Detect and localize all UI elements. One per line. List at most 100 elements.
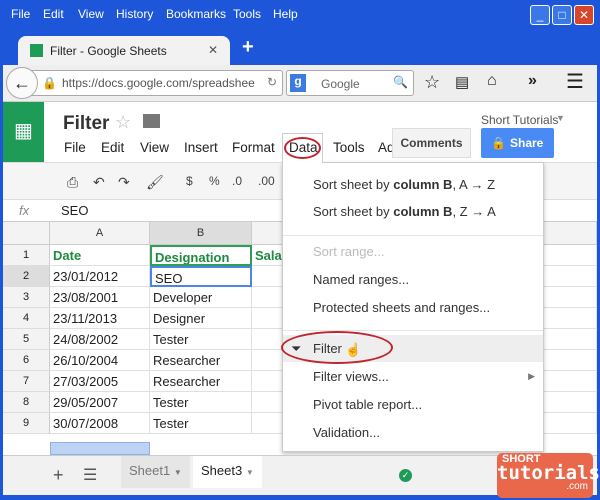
overflow-icon[interactable]: » xyxy=(528,72,537,90)
date-cell[interactable]: 30/07/2008 xyxy=(50,413,150,434)
column-header-a[interactable]: A xyxy=(50,222,150,245)
menu-file[interactable]: File xyxy=(11,7,30,21)
menu-tools[interactable]: Tools xyxy=(233,7,261,21)
date-cell[interactable]: 29/05/2007 xyxy=(50,392,150,413)
sheet-tab-sheet1[interactable]: Sheet1 ▼ xyxy=(121,456,190,488)
column-header-b[interactable]: B xyxy=(150,222,252,245)
sort-range-item: Sort range... xyxy=(313,244,385,259)
protected-sheets-item[interactable]: Protected sheets and ranges... xyxy=(283,294,543,321)
browser-tab[interactable]: Filter - Google Sheets ✕ xyxy=(18,36,230,66)
row-header[interactable]: 9 xyxy=(3,413,50,434)
row-header[interactable]: 5 xyxy=(3,329,50,350)
filter-item[interactable]: ⏷ Filter ☝ xyxy=(281,331,543,364)
date-cell[interactable]: 23/11/2013 xyxy=(50,308,150,329)
user-dropdown-icon[interactable]: ▼ xyxy=(556,113,565,123)
dropdown-icon: ▼ xyxy=(173,468,182,477)
comments-button[interactable]: Comments xyxy=(392,128,471,158)
doc-menu-file[interactable]: File xyxy=(64,140,86,155)
row-header[interactable]: 1 xyxy=(3,245,50,266)
formula-input[interactable]: SEO xyxy=(61,203,88,218)
minimize-button[interactable]: _ xyxy=(530,5,550,25)
menu-help[interactable]: Help xyxy=(273,7,298,21)
doc-menu-view[interactable]: View xyxy=(140,140,169,155)
back-button[interactable]: ← xyxy=(6,67,38,99)
sheets-logo-icon[interactable]: ▦ xyxy=(3,102,44,162)
increase-decimal-button[interactable]: .00 xyxy=(258,174,275,188)
date-cell[interactable]: 24/08/2002 xyxy=(50,329,150,350)
add-sheet-button[interactable]: + xyxy=(53,465,64,486)
tab-title: Filter - Google Sheets xyxy=(50,44,167,58)
hamburger-menu-icon[interactable]: ☰ xyxy=(566,69,584,94)
label: Sort sheet by xyxy=(313,204,394,219)
header-cell[interactable]: Designation xyxy=(150,245,252,266)
folder-icon[interactable] xyxy=(143,114,160,128)
reading-list-icon[interactable]: ▤ xyxy=(455,73,469,91)
reload-icon[interactable]: ↻ xyxy=(267,75,277,89)
doc-menu-data[interactable]: Data xyxy=(282,133,323,163)
designation-cell[interactable]: Developer xyxy=(150,287,252,308)
all-sheets-button[interactable]: ☰ xyxy=(83,465,97,485)
row-header[interactable]: 6 xyxy=(3,350,50,371)
menu-edit[interactable]: Edit xyxy=(43,7,64,21)
date-cell[interactable]: 26/10/2004 xyxy=(50,350,150,371)
pivot-table-item[interactable]: Pivot table report... xyxy=(283,391,543,418)
doc-menu-insert[interactable]: Insert xyxy=(184,140,218,155)
url-input[interactable]: 🔒 https://docs.google.com/spreadshee ↻ xyxy=(11,70,283,96)
close-tab-icon[interactable]: ✕ xyxy=(208,43,218,57)
undo-icon[interactable]: ↶ xyxy=(93,174,105,191)
date-cell[interactable]: 23/08/2001 xyxy=(50,287,150,308)
row-header[interactable]: 2 xyxy=(3,266,50,287)
designation-cell[interactable]: Tester xyxy=(150,329,252,350)
star-icon[interactable]: ☆ xyxy=(115,112,131,133)
magnifier-icon[interactable]: 🔍 xyxy=(393,75,408,89)
designation-cell[interactable]: Designer xyxy=(150,308,252,329)
row-header[interactable]: 4 xyxy=(3,308,50,329)
doc-menu-tools[interactable]: Tools xyxy=(333,140,365,155)
redo-icon[interactable]: ↷ xyxy=(118,174,130,191)
label: Sheet3 xyxy=(201,463,243,478)
filter-views-item[interactable]: Filter views... ▶ xyxy=(283,363,543,390)
named-ranges-item[interactable]: Named ranges... xyxy=(283,266,543,293)
header-cell[interactable]: Date xyxy=(50,245,150,266)
menu-bookmarks[interactable]: Bookmarks xyxy=(166,7,226,21)
user-name[interactable]: Short Tutorials xyxy=(481,113,558,127)
data-menu-label: Data xyxy=(289,140,318,155)
bookmark-star-icon[interactable]: ☆ xyxy=(424,72,440,93)
label: Sort sheet by xyxy=(313,177,394,192)
row-header[interactable]: 3 xyxy=(3,287,50,308)
validation-item[interactable]: Validation... xyxy=(283,419,543,446)
maximize-button[interactable]: □ xyxy=(552,5,572,25)
date-cell[interactable]: 27/03/2005 xyxy=(50,371,150,392)
designation-cell[interactable]: Researcher xyxy=(150,371,252,392)
currency-format-button[interactable]: $ xyxy=(186,174,193,188)
date-cell[interactable]: 23/01/2012 xyxy=(50,266,150,287)
paint-format-icon[interactable]: 🖌 xyxy=(146,174,164,191)
row-header[interactable]: 7 xyxy=(3,371,50,392)
brand-line2: tutorials xyxy=(497,462,600,484)
sort-z-a-item[interactable]: Sort sheet by column B, Z → A xyxy=(283,198,543,225)
decrease-decimal-button[interactable]: .0 xyxy=(232,174,242,188)
percent-format-button[interactable]: % xyxy=(209,174,220,188)
doc-menu-format[interactable]: Format xyxy=(232,140,275,155)
document-title[interactable]: Filter xyxy=(63,113,109,135)
designation-cell[interactable]: Tester xyxy=(150,413,252,434)
horizontal-scrollbar-thumb[interactable] xyxy=(50,442,150,455)
select-all-corner[interactable] xyxy=(3,222,50,245)
sheet-tab-sheet3[interactable]: Sheet3 ▼ xyxy=(193,456,262,488)
new-tab-button[interactable]: + xyxy=(242,36,254,59)
sort-a-z-item[interactable]: Sort sheet by column B, A → Z xyxy=(283,171,543,198)
divider xyxy=(283,235,543,236)
print-icon[interactable]: ⎙ xyxy=(67,174,78,191)
search-input[interactable]: g Google 🔍 xyxy=(286,70,414,96)
designation-cell[interactable]: Tester xyxy=(150,392,252,413)
close-window-button[interactable]: ✕ xyxy=(574,5,594,25)
designation-cell[interactable]: Researcher xyxy=(150,350,252,371)
home-icon[interactable]: ⌂ xyxy=(487,72,497,90)
doc-menu-edit[interactable]: Edit xyxy=(101,140,124,155)
share-button[interactable]: 🔒 Share xyxy=(481,128,554,158)
row-header[interactable]: 8 xyxy=(3,392,50,413)
data-dropdown-menu: Sort sheet by column B, A → Z Sort sheet… xyxy=(281,162,544,452)
menu-view[interactable]: View xyxy=(78,7,104,21)
menu-history[interactable]: History xyxy=(116,7,153,21)
designation-cell[interactable]: SEO xyxy=(150,266,252,287)
